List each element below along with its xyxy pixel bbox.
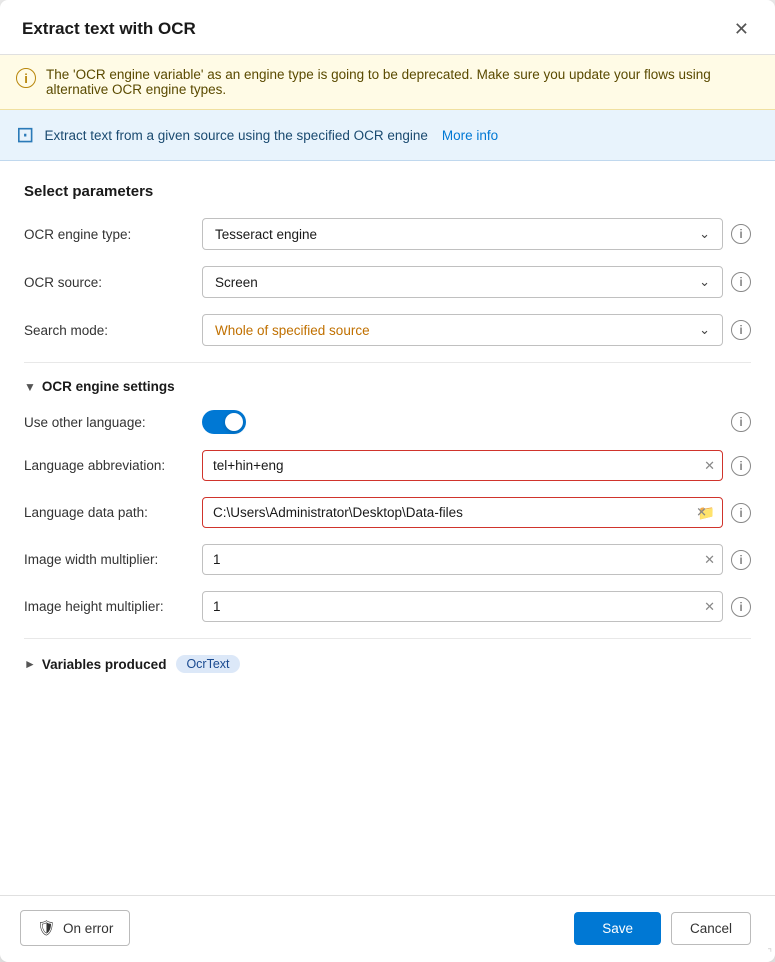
ocr-source-control: Screen ⌄ i [202, 266, 751, 298]
use-other-language-toggle[interactable] [202, 410, 246, 434]
dialog-header: Extract text with OCR ✕ [0, 0, 775, 55]
chevron-down-icon: ⌄ [699, 226, 710, 242]
variables-text: Variables produced [42, 657, 167, 672]
ocr-engine-control: Tesseract engine ⌄ i [202, 218, 751, 250]
language-abbreviation-input[interactable] [202, 450, 723, 481]
extract-text-dialog: Extract text with OCR ✕ i The 'OCR engin… [0, 0, 775, 962]
search-mode-select[interactable]: Whole of specified source ⌄ [202, 314, 723, 346]
ocr-source-row: OCR source: Screen ⌄ i [24, 266, 751, 298]
image-width-label: Image width multiplier: [24, 552, 192, 567]
search-mode-info-icon[interactable]: i [731, 320, 751, 340]
language-abbreviation-clear-icon[interactable]: ✕ [704, 458, 715, 474]
path-icons: 📁 ✕ [698, 504, 715, 521]
use-other-language-row: Use other language: i [24, 410, 751, 434]
shield-icon: 🛡 [37, 919, 56, 937]
cancel-button[interactable]: Cancel [671, 912, 751, 945]
ocr-source-select[interactable]: Screen ⌄ [202, 266, 723, 298]
use-other-language-label: Use other language: [24, 415, 192, 430]
save-button[interactable]: Save [574, 912, 661, 945]
language-abbreviation-control: ✕ i [202, 450, 751, 481]
ocr-source-info-icon[interactable]: i [731, 272, 751, 292]
image-height-info-icon[interactable]: i [731, 597, 751, 617]
language-abbreviation-label: Language abbreviation: [24, 458, 192, 473]
ocr-banner-icon: ⊡ [16, 122, 34, 148]
chevron-down-icon: ⌄ [699, 322, 710, 338]
image-height-row: Image height multiplier: ✕ i [24, 591, 751, 622]
language-data-path-info-icon[interactable]: i [731, 503, 751, 523]
ocr-source-label: OCR source: [24, 275, 192, 290]
info-banner: ⊡ Extract text from a given source using… [0, 110, 775, 161]
resize-handle[interactable]: ⌝ [767, 948, 772, 959]
image-height-input[interactable] [202, 591, 723, 622]
toggle-knob [225, 413, 243, 431]
language-abbreviation-row: Language abbreviation: ✕ i [24, 450, 751, 481]
search-mode-value: Whole of specified source [215, 323, 370, 338]
use-other-language-control: i [202, 410, 751, 434]
language-data-path-label: Language data path: [24, 505, 192, 520]
language-abbreviation-wrapper: ✕ [202, 450, 723, 481]
engine-settings-label: OCR engine settings [42, 379, 175, 394]
search-mode-control: Whole of specified source ⌄ i [202, 314, 751, 346]
ocr-engine-row: OCR engine type: Tesseract engine ⌄ i [24, 218, 751, 250]
image-width-clear-icon[interactable]: ✕ [704, 552, 715, 568]
info-banner-text: Extract text from a given source using t… [44, 128, 427, 143]
language-data-path-input[interactable] [202, 497, 723, 528]
ocr-source-value: Screen [215, 275, 258, 290]
image-height-label: Image height multiplier: [24, 599, 192, 614]
chevron-collapse-icon: ▼ [24, 380, 36, 394]
image-width-wrapper: ✕ [202, 544, 723, 575]
image-height-control: ✕ i [202, 591, 751, 622]
search-mode-row: Search mode: Whole of specified source ⌄… [24, 314, 751, 346]
ocr-engine-info-icon[interactable]: i [731, 224, 751, 244]
chevron-down-icon: ⌄ [699, 274, 710, 290]
engine-settings-header[interactable]: ▼ OCR engine settings [24, 379, 751, 394]
warning-icon: i [16, 68, 36, 88]
image-width-input[interactable] [202, 544, 723, 575]
close-button[interactable]: ✕ [728, 18, 755, 40]
ocr-engine-select[interactable]: Tesseract engine ⌄ [202, 218, 723, 250]
section-title: Select parameters [24, 183, 751, 200]
language-data-path-control: 📁 ✕ i [202, 497, 751, 528]
dialog-title: Extract text with OCR [22, 19, 196, 39]
warning-text: The 'OCR engine variable' as an engine t… [46, 67, 755, 97]
variables-badge: OcrText [176, 655, 239, 673]
dialog-footer: 🛡 On error Save Cancel [0, 895, 775, 962]
language-data-path-row: Language data path: 📁 ✕ i [24, 497, 751, 528]
chevron-expand-icon: ► [24, 657, 36, 671]
on-error-button[interactable]: 🛡 On error [20, 910, 130, 946]
language-data-path-wrapper: 📁 ✕ [202, 497, 723, 528]
ocr-engine-value: Tesseract engine [215, 227, 317, 242]
on-error-label: On error [63, 921, 113, 936]
image-height-clear-icon[interactable]: ✕ [704, 599, 715, 615]
image-width-row: Image width multiplier: ✕ i [24, 544, 751, 575]
variables-label[interactable]: ► Variables produced [24, 657, 166, 672]
image-height-wrapper: ✕ [202, 591, 723, 622]
section-divider [24, 362, 751, 363]
dialog-body: Select parameters OCR engine type: Tesse… [0, 161, 775, 895]
language-data-path-clear-icon[interactable]: ✕ [696, 505, 707, 521]
image-width-info-icon[interactable]: i [731, 550, 751, 570]
image-width-control: ✕ i [202, 544, 751, 575]
variables-row: ► Variables produced OcrText [24, 655, 751, 673]
search-mode-label: Search mode: [24, 323, 192, 338]
variables-divider [24, 638, 751, 639]
language-abbreviation-info-icon[interactable]: i [731, 456, 751, 476]
ocr-engine-label: OCR engine type: [24, 227, 192, 242]
footer-right: Save Cancel [574, 912, 751, 945]
more-info-link[interactable]: More info [442, 128, 498, 143]
use-other-language-info-icon[interactable]: i [731, 412, 751, 432]
warning-banner: i The 'OCR engine variable' as an engine… [0, 55, 775, 110]
